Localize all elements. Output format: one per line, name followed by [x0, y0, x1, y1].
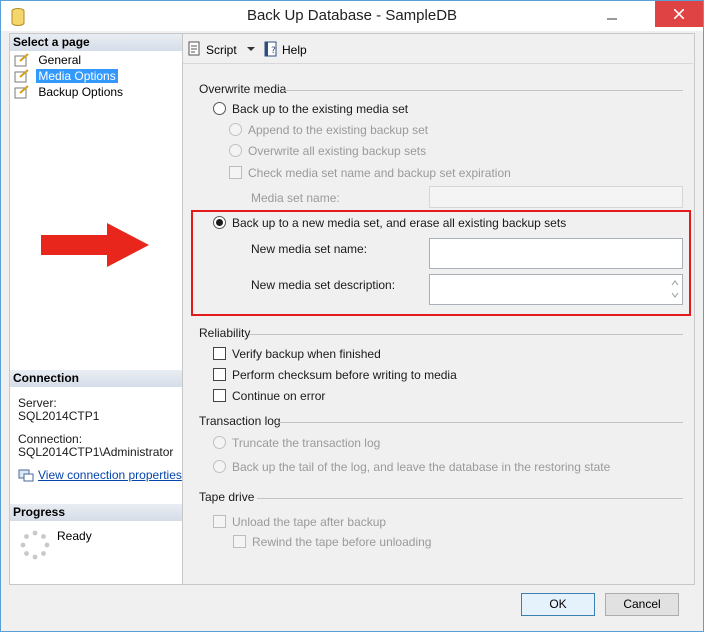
tape-drive-title: Tape drive — [199, 490, 255, 504]
new-media-set-name-label: New media set name: — [251, 242, 368, 256]
page-item-backup-options[interactable]: Backup Options — [14, 84, 125, 100]
rewind-tape-checkbox[interactable]: Rewind the tape before unloading — [233, 534, 431, 550]
new-media-set-name-field[interactable] — [430, 239, 682, 268]
left-pane: Select a page General Media Options Back… — [9, 33, 183, 585]
checkbox[interactable] — [213, 389, 226, 402]
page-item-media-options[interactable]: Media Options — [14, 68, 118, 84]
new-media-set-name-input[interactable] — [429, 238, 683, 269]
red-arrow-icon — [41, 223, 149, 267]
select-page-header: Select a page — [10, 34, 182, 51]
radio-label: Back up to a new media set, and erase al… — [232, 216, 567, 230]
group-divider — [249, 334, 683, 335]
progress-spinner-icon — [20, 530, 50, 560]
radio-label: Truncate the transaction log — [232, 436, 381, 450]
server-label: Server: — [18, 396, 57, 410]
continue-on-error-checkbox[interactable]: Continue on error — [213, 388, 325, 404]
group-divider — [279, 422, 683, 423]
radio-label: Back up the tail of the log, and leave t… — [232, 460, 611, 474]
checkbox[interactable] — [213, 515, 226, 528]
close-icon — [674, 9, 684, 19]
view-connection-properties[interactable]: View connection properties — [18, 468, 182, 482]
media-set-name-input[interactable] — [429, 186, 683, 208]
cancel-button[interactable]: Cancel — [605, 593, 679, 616]
checkbox-label: Rewind the tape before unloading — [252, 535, 432, 549]
truncate-log-radio[interactable]: Truncate the transaction log — [213, 435, 380, 451]
checkbox[interactable] — [213, 347, 226, 360]
view-connection-link[interactable]: View connection properties — [38, 468, 182, 482]
radio-button[interactable] — [213, 460, 226, 473]
reliability-title: Reliability — [199, 326, 251, 340]
new-media-set-radio[interactable]: Back up to a new media set, and erase al… — [213, 215, 566, 231]
server-value: SQL2014CTP1 — [18, 409, 100, 423]
new-media-set-description-input[interactable] — [429, 274, 683, 305]
page-item-label: Media Options — [36, 69, 118, 83]
existing-media-set-radio[interactable]: Back up to the existing media set — [213, 101, 408, 117]
unload-tape-checkbox[interactable]: Unload the tape after backup — [213, 514, 386, 530]
radio-label: Back up to the existing media set — [232, 102, 409, 116]
radio-button[interactable] — [213, 436, 226, 449]
connection-label: Connection: — [18, 432, 83, 446]
dialog-footer: OK Cancel — [1, 587, 703, 631]
checkbox-label: Verify backup when finished — [232, 347, 381, 361]
radio-label: Append to the existing backup set — [248, 123, 429, 137]
minimize-icon — [607, 18, 617, 20]
connection-header: Connection — [10, 370, 182, 387]
progress-header: Progress — [10, 504, 182, 521]
group-divider — [283, 90, 683, 91]
title-bar: Back Up Database - SampleDB — [1, 1, 703, 31]
ok-button[interactable]: OK — [521, 593, 595, 616]
connection-properties-icon — [18, 469, 34, 482]
radio-button[interactable] — [213, 102, 226, 115]
dialog-window: Back Up Database - SampleDB Select a pag… — [0, 0, 704, 632]
overwrite-all-backup-sets-radio[interactable]: Overwrite all existing backup sets — [229, 143, 426, 159]
verify-backup-checkbox[interactable]: Verify backup when finished — [213, 346, 381, 362]
page-item-general[interactable]: General — [14, 52, 83, 68]
minimize-button[interactable] — [591, 1, 633, 31]
checkbox-label: Perform checksum before writing to media — [232, 368, 457, 382]
page-item-label: Backup Options — [38, 85, 124, 99]
media-options-content: Overwrite media Back up to the existing … — [183, 34, 693, 584]
checkbox[interactable] — [233, 535, 246, 548]
close-button[interactable] — [655, 1, 703, 27]
progress-status: Ready — [57, 529, 92, 543]
scroll-arrows-icon[interactable] — [670, 277, 680, 301]
checkbox-label: Unload the tape after backup — [232, 515, 387, 529]
page-icon — [14, 85, 29, 99]
page-icon — [14, 69, 29, 83]
radio-button[interactable] — [229, 144, 242, 157]
radio-button[interactable] — [229, 123, 242, 136]
group-divider — [257, 498, 683, 499]
connection-value: SQL2014CTP1\Administrator — [18, 445, 174, 459]
right-pane: Script ? Help Overwrite media Back up to … — [183, 33, 695, 585]
check-media-set-expiration-checkbox[interactable]: Check media set name and backup set expi… — [229, 165, 511, 181]
media-set-name-field[interactable] — [430, 187, 682, 207]
backup-tail-log-radio[interactable]: Back up the tail of the log, and leave t… — [213, 459, 610, 475]
radio-button[interactable] — [213, 216, 226, 229]
checkbox[interactable] — [213, 368, 226, 381]
checkbox[interactable] — [229, 166, 242, 179]
radio-label: Overwrite all existing backup sets — [248, 144, 427, 158]
new-media-set-description-field[interactable] — [430, 275, 682, 304]
media-set-name-label: Media set name: — [251, 191, 340, 205]
checkbox-label: Continue on error — [232, 389, 326, 403]
overwrite-media-title: Overwrite media — [199, 82, 287, 96]
checkbox-label: Check media set name and backup set expi… — [248, 166, 511, 180]
page-item-label: General — [38, 53, 82, 67]
transaction-log-title: Transaction log — [199, 414, 281, 428]
append-backup-set-radio[interactable]: Append to the existing backup set — [229, 122, 428, 138]
new-media-set-description-label: New media set description: — [251, 278, 396, 292]
page-icon — [14, 53, 29, 67]
perform-checksum-checkbox[interactable]: Perform checksum before writing to media — [213, 367, 457, 383]
